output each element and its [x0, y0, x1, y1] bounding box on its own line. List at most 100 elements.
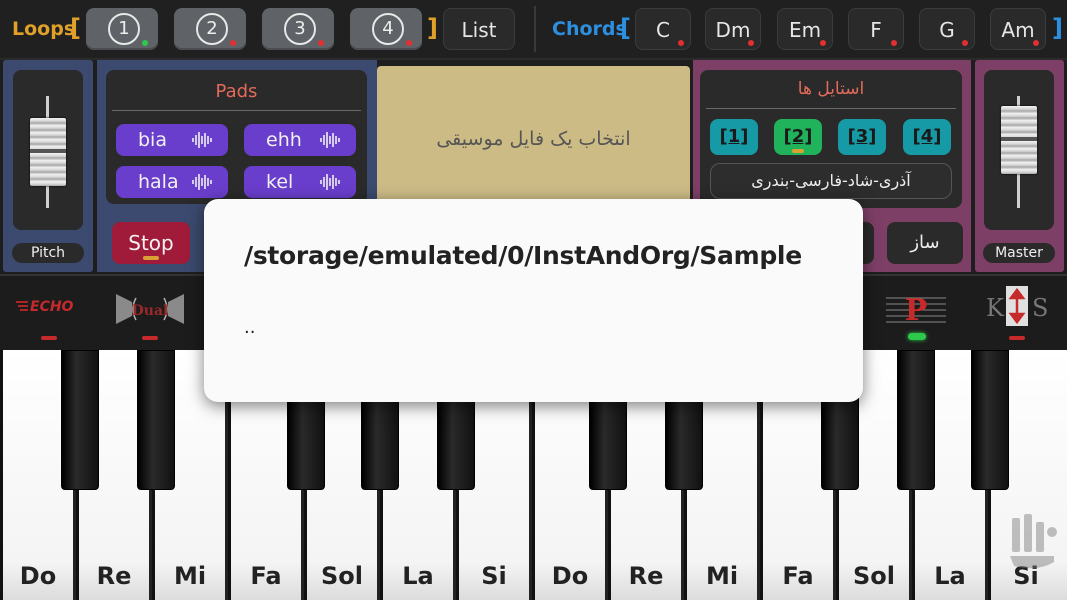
black-key[interactable] — [971, 350, 1009, 490]
chords-bracket-close: ] — [1052, 14, 1063, 42]
master-fader-knob[interactable] — [1001, 106, 1037, 174]
chord-dm-dot — [748, 40, 754, 46]
chord-g-dot — [962, 40, 968, 46]
chord-c-label: C — [656, 18, 670, 42]
folder-dialog: /storage/emulated/0/InstAndOrg/Sample .. — [204, 199, 863, 402]
master-fader-track[interactable] — [984, 70, 1054, 230]
music-file-select[interactable]: انتخاب یک فایل موسیقی — [377, 66, 690, 206]
dual-indicator — [142, 336, 158, 340]
loop-1-number: 1 — [108, 13, 140, 45]
chord-c-dot — [678, 40, 684, 46]
dual-effect-icon: Dual — [116, 294, 184, 324]
chord-em-label: Em — [788, 18, 822, 42]
black-key[interactable] — [897, 350, 935, 490]
black-key[interactable] — [137, 350, 175, 490]
loop-2-number: 2 — [196, 13, 228, 45]
pitch-fader-track[interactable] — [13, 70, 83, 230]
key-label: Do — [19, 562, 57, 590]
chord-em-dot — [820, 40, 826, 46]
dual-toggle[interactable]: Dual — [112, 284, 188, 330]
style-button-4[interactable]: [4] — [903, 119, 951, 155]
loop-3-status-dot — [318, 40, 324, 46]
pads-title: Pads — [215, 81, 258, 102]
p-toggle[interactable]: P — [884, 284, 948, 328]
chord-button-em[interactable]: Em — [777, 8, 833, 50]
pitch-panel: Pitch — [3, 60, 93, 272]
app-store-watermark-icon — [1010, 514, 1057, 569]
ks-s-label: S — [1032, 294, 1048, 322]
parent-folder-item[interactable]: .. — [244, 317, 255, 338]
loops-bracket-open: [ — [70, 14, 81, 42]
chords-bracket-open: [ — [620, 14, 631, 42]
pad-ehh-label: ehh — [266, 129, 302, 151]
pad-kel-label: kel — [266, 171, 294, 193]
style-button-2[interactable]: [2] — [774, 119, 822, 155]
key-label: La — [934, 562, 966, 590]
pads-box: Pads bia ehh hala kel — [106, 70, 367, 204]
style-name-display[interactable]: آذری-شاد-فارسی-بندری — [710, 163, 952, 199]
key-label: La — [402, 562, 434, 590]
pad-hala[interactable]: hala — [116, 166, 228, 198]
loops-label: Loops — [12, 18, 76, 40]
black-key[interactable] — [61, 350, 99, 490]
chord-button-dm[interactable]: Dm — [705, 8, 761, 50]
pad-bia[interactable]: bia — [116, 124, 228, 156]
key-label: Sol — [853, 562, 895, 590]
chord-g-label: G — [939, 18, 955, 42]
style-button-3[interactable]: [3] — [838, 119, 886, 155]
music-file-select-label: انتخاب یک فایل موسیقی — [436, 128, 631, 150]
style-button-1[interactable]: [1] — [710, 119, 758, 155]
chord-am-dot — [1033, 40, 1039, 46]
master-label: Master — [983, 243, 1055, 263]
loop-1-status-dot — [142, 40, 148, 46]
ks-indicator — [1009, 336, 1025, 340]
loop-button-2[interactable]: 2 — [174, 8, 246, 50]
key-label: Mi — [705, 562, 739, 590]
p-indicator — [908, 333, 926, 340]
loop-button-1[interactable]: 1 — [86, 8, 158, 50]
stop-indicator — [143, 256, 159, 260]
chord-button-am[interactable]: Am — [990, 8, 1046, 50]
pitch-label: Pitch — [12, 243, 84, 263]
p-label: P — [905, 293, 928, 328]
chord-dm-label: Dm — [715, 18, 751, 42]
key-label: Fa — [782, 562, 814, 590]
loop-button-4[interactable]: 4 — [350, 8, 422, 50]
chord-f-dot — [891, 40, 897, 46]
stop-label: Stop — [128, 231, 174, 255]
ks-toggle[interactable]: K S — [986, 284, 1050, 328]
ks-k-label: K — [986, 294, 1005, 322]
echo-toggle[interactable]: ECHO — [14, 284, 84, 324]
key-label: Re — [96, 562, 132, 590]
waveform-icon — [320, 132, 340, 148]
styles-divider — [706, 108, 956, 109]
pad-bia-label: bia — [138, 129, 167, 151]
style-2-indicator — [792, 149, 804, 153]
list-button[interactable]: List — [443, 8, 515, 50]
chord-am-label: Am — [1001, 18, 1035, 42]
pitch-fader-knob[interactable] — [30, 118, 66, 186]
ks-transpose-icon: K S — [986, 286, 1048, 326]
waveform-icon — [192, 174, 212, 190]
loop-4-status-dot — [406, 40, 412, 46]
saz-button[interactable]: ساز — [887, 222, 963, 264]
key-label: Si — [481, 562, 507, 590]
key-label: Re — [628, 562, 664, 590]
loop-4-number: 4 — [372, 13, 404, 45]
staff-p-icon: P — [886, 293, 946, 328]
key-label: Sol — [321, 562, 363, 590]
stop-button[interactable]: Stop — [112, 222, 190, 264]
chord-button-f[interactable]: F — [848, 8, 904, 50]
pad-kel[interactable]: kel — [244, 166, 356, 198]
key-label: Fa — [250, 562, 282, 590]
pads-divider — [112, 110, 361, 111]
loop-button-3[interactable]: 3 — [262, 8, 334, 50]
chord-button-c[interactable]: C — [635, 8, 691, 50]
pad-ehh[interactable]: ehh — [244, 124, 356, 156]
waveform-icon — [320, 174, 340, 190]
echo-label: ECHO — [30, 299, 74, 315]
style-button-2-label: [2] — [783, 126, 813, 147]
echo-effect-icon: ECHO — [16, 299, 74, 315]
echo-indicator — [41, 336, 57, 340]
chord-button-g[interactable]: G — [919, 8, 975, 50]
